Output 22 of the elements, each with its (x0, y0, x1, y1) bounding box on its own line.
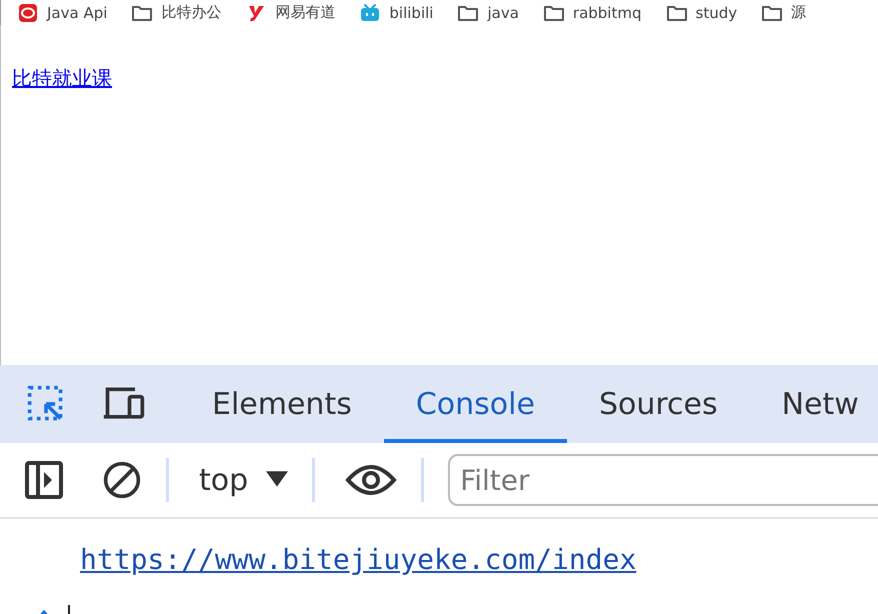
devtools-tab[interactable]: Elements (180, 365, 384, 443)
bookmark[interactable]: java (457, 2, 519, 22)
tv-icon (359, 2, 382, 22)
bookmark[interactable]: bilibili (359, 2, 434, 22)
console-link[interactable]: https://www.bitejiuyeke.com/index (80, 543, 878, 576)
bookmark[interactable]: 比特办公 (131, 2, 222, 22)
devtools-tab[interactable]: Netw (750, 365, 878, 443)
bookmark[interactable]: 源 (761, 2, 806, 22)
filter-field[interactable]: Filter (448, 454, 878, 506)
bookmark[interactable]: rabbitmq (542, 2, 642, 22)
bookmark[interactable]: study (666, 2, 738, 22)
devtools-tab[interactable]: Sources (566, 365, 750, 443)
devtools-tab[interactable]: Console (384, 365, 567, 443)
bookmark[interactable]: 网易有道 (245, 2, 336, 22)
bookmark[interactable]: Java Api (17, 2, 108, 22)
page-link[interactable]: 比特就业课 (12, 66, 112, 90)
oval-logo-icon (17, 2, 39, 22)
eye-icon[interactable] (345, 462, 398, 498)
clear-console-icon[interactable] (102, 460, 142, 500)
context-dropdown[interactable]: top (189, 462, 326, 498)
sidebar-toggle-icon[interactable] (24, 460, 64, 500)
caret-icon (266, 471, 288, 489)
